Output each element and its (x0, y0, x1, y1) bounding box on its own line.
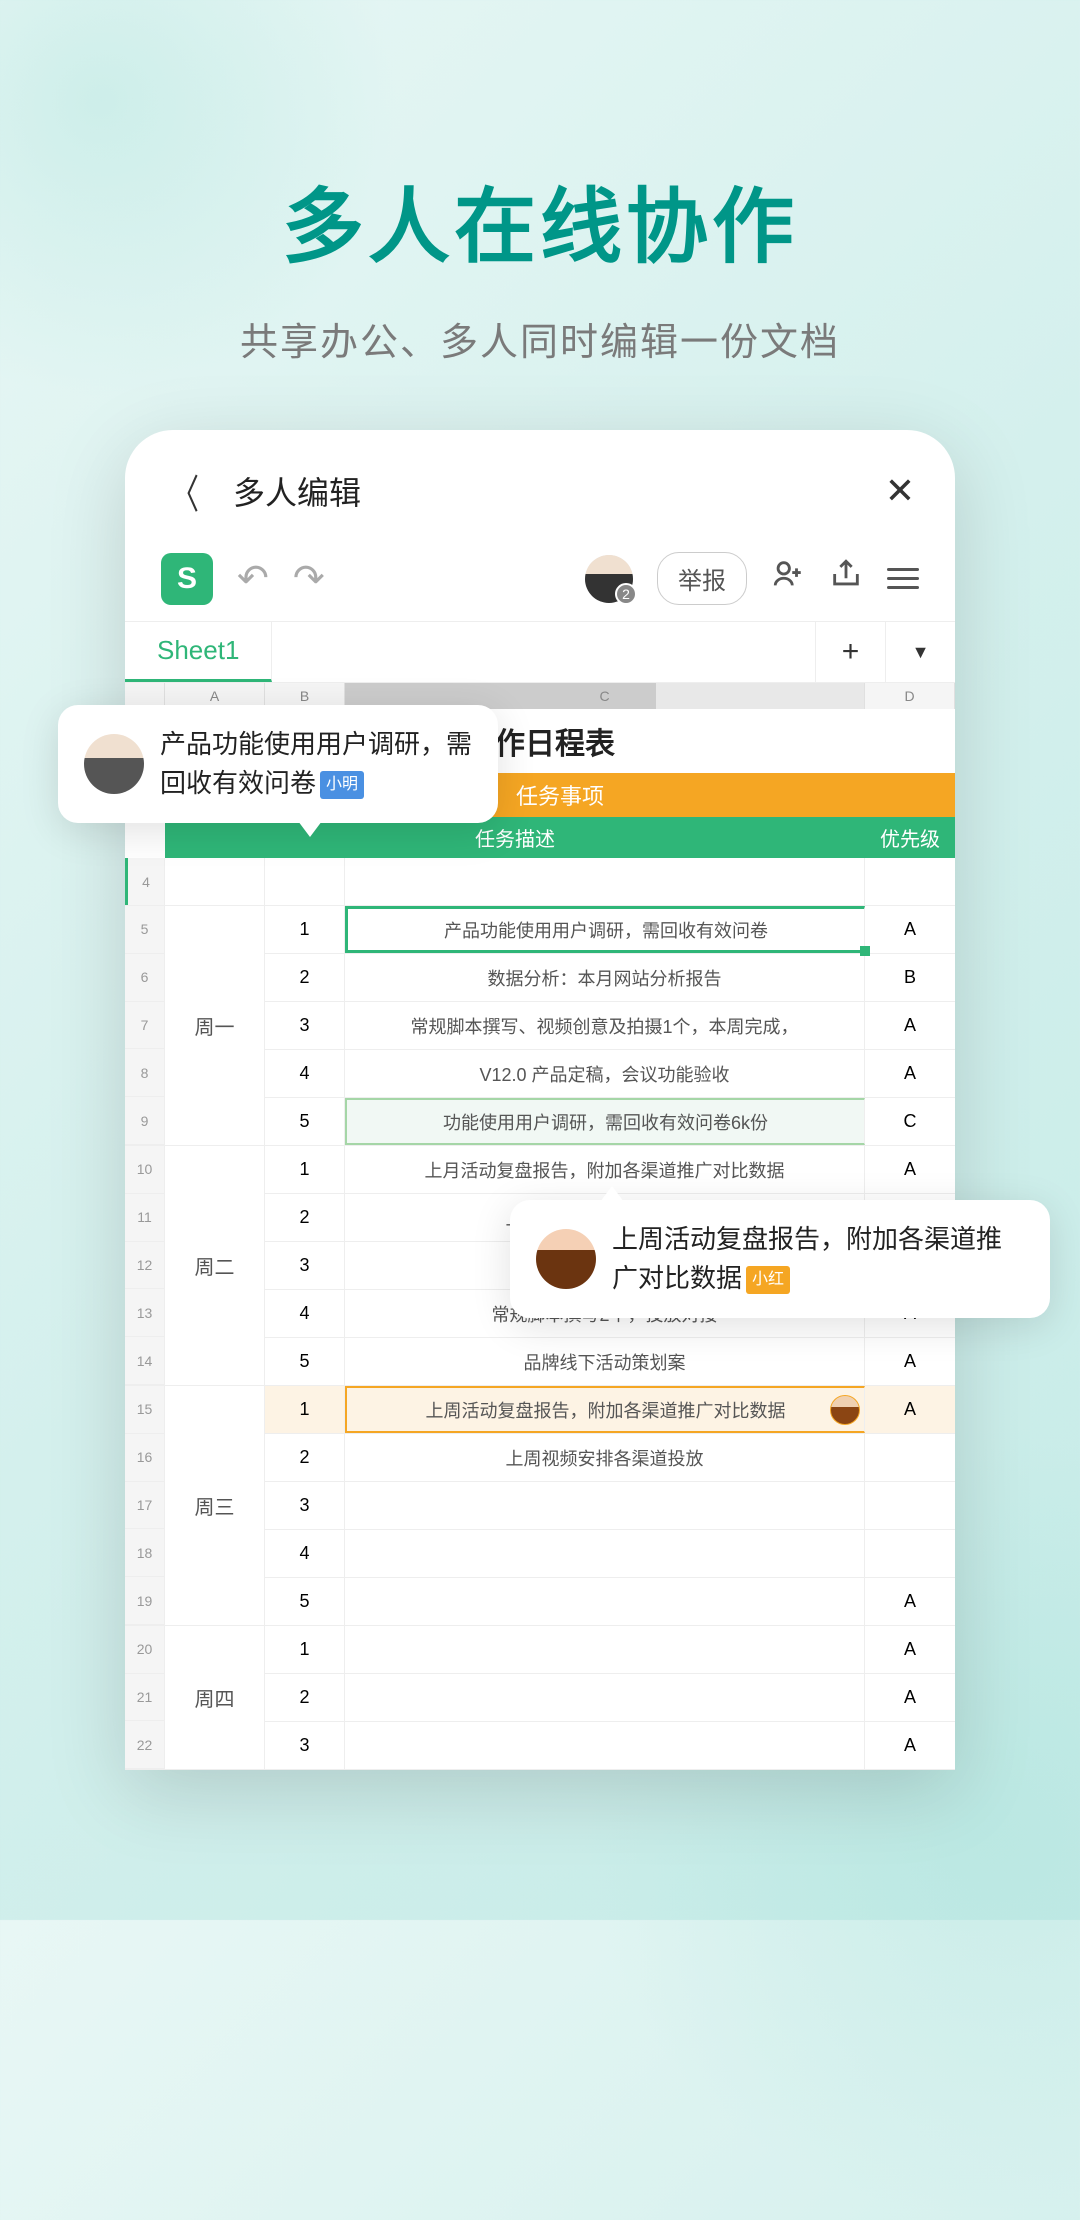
hero-title: 多人在线协作 (0, 160, 1080, 279)
table-row[interactable]: 3常规脚本撰写、视频创意及拍摄1个，本周完成，A (265, 1002, 955, 1050)
comment-text: 产品功能使用用户调研，需回收有效问卷小明 (160, 725, 472, 803)
avatar-icon (536, 1229, 596, 1289)
row-number[interactable]: 8 (125, 1049, 164, 1097)
add-user-icon[interactable] (771, 557, 805, 601)
collaborator-cursor-avatar (830, 1395, 860, 1425)
user-tag: 小红 (746, 1266, 790, 1294)
table-row[interactable]: 2上周视频安排各渠道投放 (265, 1434, 955, 1482)
table-row[interactable]: 2A (265, 1674, 955, 1722)
day-cell-tue[interactable]: 周二 (165, 1251, 264, 1280)
table-row[interactable]: 2数据分析：本月网站分析报告B (265, 954, 955, 1002)
table-header-2: 任务描述 优先级 (165, 817, 955, 858)
sheet-tab-1[interactable]: Sheet1 (125, 622, 272, 682)
spreadsheet-app-icon: S (161, 553, 213, 605)
row-number[interactable]: 19 (125, 1577, 164, 1625)
comment-bubble-2: 上周活动复盘报告，附加各渠道推广对比数据小红 (510, 1200, 1050, 1318)
row-number[interactable]: 20 (125, 1626, 164, 1674)
avatar-icon (84, 734, 144, 794)
row-number[interactable]: 5 (125, 906, 164, 954)
row-number[interactable]: 12 (125, 1242, 164, 1290)
row-number[interactable]: 22 (125, 1721, 164, 1769)
row-number[interactable]: 14 (125, 1337, 164, 1385)
table-row[interactable]: 5A (265, 1578, 955, 1626)
row-number[interactable]: 16 (125, 1434, 164, 1482)
app-title: 多人编辑 (233, 468, 885, 514)
table-row[interactable]: 1A (265, 1626, 955, 1674)
row-number[interactable]: 4 (125, 858, 165, 905)
row-number[interactable]: 6 (125, 954, 164, 1002)
table-row[interactable]: 5品牌线下活动策划案A (265, 1338, 955, 1386)
row-number[interactable]: 18 (125, 1529, 164, 1577)
collaborator-count: 2 (615, 583, 637, 605)
row-number[interactable]: 10 (125, 1146, 164, 1194)
sheet-dropdown[interactable]: ▼ (885, 622, 955, 682)
table-row[interactable]: 5功能使用用户调研，需回收有效问卷6k份C (265, 1098, 955, 1146)
redo-icon[interactable]: ↷ (293, 556, 325, 601)
back-button[interactable]: 〈 (171, 462, 199, 520)
row-number[interactable]: 21 (125, 1674, 164, 1722)
close-button[interactable]: ✕ (885, 470, 915, 512)
user-tag: 小明 (320, 771, 364, 799)
col-header-d[interactable]: D (865, 683, 955, 709)
row-number[interactable]: 11 (125, 1194, 164, 1242)
row-number[interactable]: 15 (125, 1386, 164, 1434)
collaborator-editing-cell: 上周活动复盘报告，附加各渠道推广对比数据 (345, 1386, 865, 1433)
row-number[interactable]: 9 (125, 1097, 164, 1145)
header-task-desc[interactable]: 任务描述 (165, 817, 865, 858)
row-number[interactable]: 7 (125, 1002, 164, 1050)
comment-text: 上周活动复盘报告，附加各渠道推广对比数据小红 (612, 1220, 1024, 1298)
undo-icon[interactable]: ↶ (237, 556, 269, 601)
menu-icon[interactable] (887, 568, 919, 589)
table-row[interactable]: 1 产品功能使用用户调研，需回收有效问卷 A (265, 906, 955, 954)
hero-subtitle: 共享办公、多人同时编辑一份文档 (0, 311, 1080, 366)
phone-mockup: 〈 多人编辑 ✕ S ↶ ↷ 2 举报 Sheet1 + ▼ A B C D 工… (125, 430, 955, 1770)
table-row[interactable]: 4V12.0 产品定稿，会议功能验收A (265, 1050, 955, 1098)
table-row[interactable]: 3 (265, 1482, 955, 1530)
add-sheet-button[interactable]: + (815, 622, 885, 682)
table-row[interactable]: 1 上周活动复盘报告，附加各渠道推广对比数据 A (265, 1386, 955, 1434)
comment-bubble-1: 产品功能使用用户调研，需回收有效问卷小明 (58, 705, 498, 823)
day-cell-thu[interactable]: 周四 (165, 1683, 264, 1712)
day-cell-wed[interactable]: 周三 (165, 1491, 264, 1520)
row-number[interactable]: 17 (125, 1482, 164, 1530)
day-cell-mon[interactable]: 周一 (165, 1011, 264, 1040)
row-number[interactable]: 13 (125, 1289, 164, 1337)
share-icon[interactable] (829, 557, 863, 601)
header-priority[interactable]: 优先级 (865, 817, 955, 858)
table-row[interactable]: 4 (265, 1530, 955, 1578)
report-button[interactable]: 举报 (657, 552, 747, 605)
collaborator-avatar[interactable]: 2 (585, 555, 633, 603)
table-row[interactable]: 3A (265, 1722, 955, 1770)
active-cell: 产品功能使用用户调研，需回收有效问卷 (345, 906, 865, 953)
